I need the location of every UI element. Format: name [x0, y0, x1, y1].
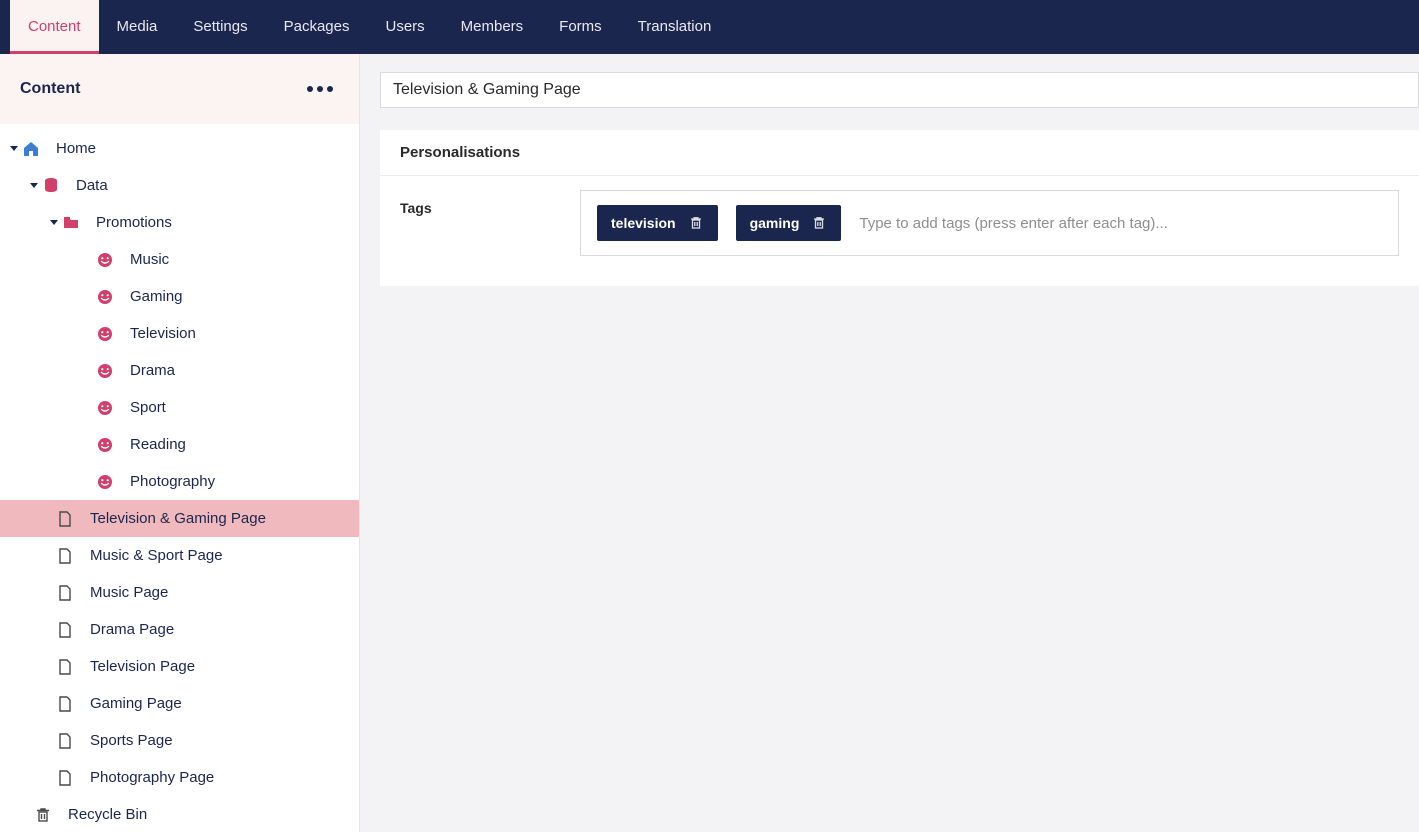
- folder-icon: [60, 214, 82, 232]
- tree-label: Home: [56, 140, 96, 157]
- tree-node-promo[interactable]: Television: [0, 315, 359, 352]
- tag-chip-label: gaming: [750, 215, 800, 231]
- tree-label: Music Page: [90, 584, 168, 601]
- tree-node-home[interactable]: Home: [0, 130, 359, 167]
- tree-node-page[interactable]: Gaming Page: [0, 685, 359, 722]
- caret-icon[interactable]: [28, 183, 40, 188]
- tree-label: Photography: [130, 473, 215, 490]
- panel-header: Personalisations: [380, 130, 1419, 176]
- sidebar-title: Content: [20, 80, 80, 98]
- smile-icon: [94, 399, 116, 417]
- caret-icon[interactable]: [8, 146, 20, 151]
- smile-icon: [94, 325, 116, 343]
- tree-node-page[interactable]: Drama Page: [0, 611, 359, 648]
- tree-node-page[interactable]: Photography Page: [0, 759, 359, 796]
- tree-label: Gaming Page: [90, 695, 182, 712]
- smile-icon: [94, 436, 116, 454]
- content-tree: Home Data Promotions Music Gaming Televisi…: [0, 124, 359, 832]
- tree-label: Drama: [130, 362, 175, 379]
- sidebar-actions-button[interactable]: [301, 80, 339, 98]
- tree-label: Television Page: [90, 658, 195, 675]
- field-label-tags: Tags: [400, 190, 580, 256]
- smile-icon: [94, 288, 116, 306]
- tree-label: Television: [130, 325, 196, 342]
- tag-chip: television: [597, 205, 718, 241]
- tree-node-promo[interactable]: Music: [0, 241, 359, 278]
- tree-node-promo[interactable]: Photography: [0, 463, 359, 500]
- tree-node-promo[interactable]: Gaming: [0, 278, 359, 315]
- document-icon: [54, 621, 76, 639]
- page-title-input[interactable]: [393, 81, 1406, 99]
- tag-chip: gaming: [736, 205, 842, 241]
- tree-label: Reading: [130, 436, 186, 453]
- document-icon: [54, 658, 76, 676]
- tree-node-promo[interactable]: Reading: [0, 426, 359, 463]
- personalisations-panel: Personalisations Tags television gaming: [380, 130, 1419, 286]
- tree-label: Drama Page: [90, 621, 174, 638]
- nav-tab-settings[interactable]: Settings: [175, 0, 265, 54]
- tree-node-page[interactable]: Music Page: [0, 574, 359, 611]
- tree-label: Music: [130, 251, 169, 268]
- document-icon: [54, 732, 76, 750]
- tag-chip-label: television: [611, 215, 676, 231]
- home-icon: [20, 140, 42, 158]
- tree-node-page[interactable]: Sports Page: [0, 722, 359, 759]
- tags-input[interactable]: television gaming: [580, 190, 1399, 256]
- nav-tab-translation[interactable]: Translation: [620, 0, 730, 54]
- tree-label: Music & Sport Page: [90, 547, 223, 564]
- document-icon: [54, 769, 76, 787]
- trash-icon[interactable]: [688, 215, 704, 231]
- tree-node-promo[interactable]: Sport: [0, 389, 359, 426]
- tree-node-recycle-bin[interactable]: Recycle Bin: [0, 796, 359, 832]
- tree-label: Sports Page: [90, 732, 173, 749]
- nav-tab-members[interactable]: Members: [443, 0, 542, 54]
- nav-tab-packages[interactable]: Packages: [266, 0, 368, 54]
- nav-tab-users[interactable]: Users: [367, 0, 442, 54]
- sidebar-header: Content: [0, 54, 359, 124]
- tags-text-field[interactable]: [859, 215, 1382, 232]
- tree-label: Promotions: [96, 214, 172, 231]
- title-field-wrapper: [380, 72, 1419, 108]
- trash-icon: [32, 806, 54, 824]
- top-nav: ContentMediaSettingsPackagesUsersMembers…: [0, 0, 1419, 54]
- tree-label: Television & Gaming Page: [90, 510, 266, 527]
- nav-tab-forms[interactable]: Forms: [541, 0, 620, 54]
- document-icon: [54, 584, 76, 602]
- tree-label: Gaming: [130, 288, 183, 305]
- database-icon: [40, 177, 62, 195]
- tree-node-data[interactable]: Data: [0, 167, 359, 204]
- nav-tab-content[interactable]: Content: [10, 0, 99, 54]
- smile-icon: [94, 251, 116, 269]
- tree-label: Data: [76, 177, 108, 194]
- tree-node-page[interactable]: Television & Gaming Page: [0, 500, 359, 537]
- panel-body: Tags television gaming: [380, 176, 1419, 286]
- tree-label: Sport: [130, 399, 166, 416]
- caret-icon[interactable]: [48, 220, 60, 225]
- tree-node-promotions[interactable]: Promotions: [0, 204, 359, 241]
- tree-node-page[interactable]: Music & Sport Page: [0, 537, 359, 574]
- nav-tab-media[interactable]: Media: [99, 0, 176, 54]
- sidebar: Content Home Data: [0, 54, 360, 832]
- smile-icon: [94, 362, 116, 380]
- document-icon: [54, 510, 76, 528]
- tree-node-page[interactable]: Television Page: [0, 648, 359, 685]
- tree-node-promo[interactable]: Drama: [0, 352, 359, 389]
- smile-icon: [94, 473, 116, 491]
- document-icon: [54, 695, 76, 713]
- editor-area: Personalisations Tags television gaming: [360, 54, 1419, 832]
- tree-label: Recycle Bin: [68, 806, 147, 823]
- trash-icon[interactable]: [811, 215, 827, 231]
- document-icon: [54, 547, 76, 565]
- tree-label: Photography Page: [90, 769, 214, 786]
